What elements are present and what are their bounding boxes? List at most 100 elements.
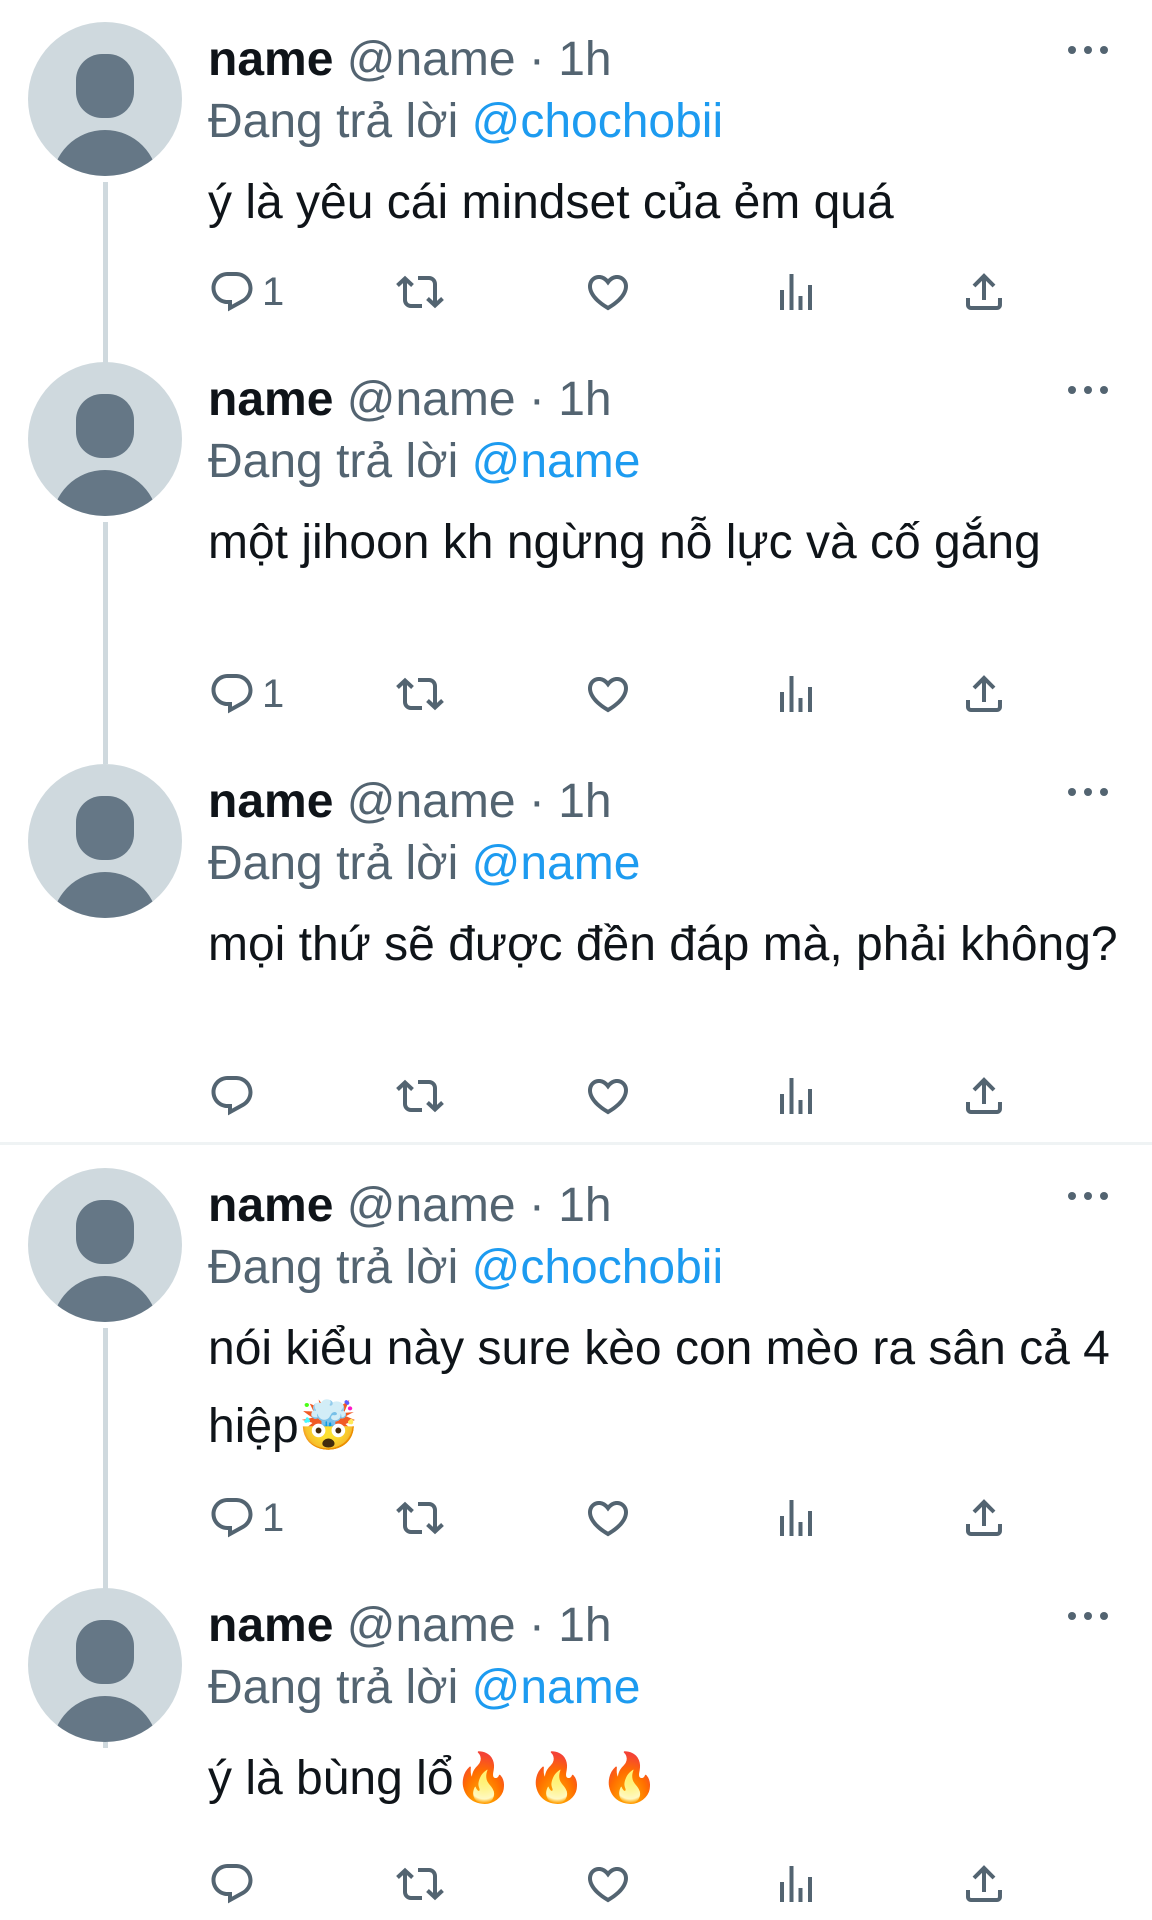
replying-prefix: Đang trả lời bbox=[208, 435, 459, 488]
timestamp[interactable]: 1h bbox=[558, 1179, 611, 1232]
tweet-text: ý là bùng lổ🔥 🔥 🔥 bbox=[208, 1752, 660, 1805]
views-icon bbox=[780, 1078, 812, 1114]
avatar[interactable] bbox=[28, 1588, 182, 1742]
display-name[interactable]: name bbox=[208, 1179, 333, 1232]
tweet-text: một jihoon kh ngừng nỗ lực và cố gắng bbox=[208, 516, 1041, 569]
like-button[interactable] bbox=[584, 664, 632, 724]
timestamp[interactable]: 1h bbox=[558, 33, 611, 86]
views-icon bbox=[780, 1500, 812, 1536]
tweet-header: name @name · 1h bbox=[208, 1598, 612, 1654]
share-button[interactable] bbox=[960, 664, 1008, 724]
retweet-icon bbox=[396, 1867, 444, 1901]
views-button[interactable] bbox=[772, 1066, 820, 1126]
user-handle[interactable]: @name bbox=[347, 1179, 516, 1232]
like-button[interactable] bbox=[584, 1066, 632, 1126]
like-button[interactable] bbox=[584, 1488, 632, 1548]
separator-dot: · bbox=[528, 373, 545, 426]
reply-button[interactable] bbox=[208, 1854, 262, 1914]
reply-icon bbox=[211, 1076, 253, 1116]
reply-button[interactable]: 1 bbox=[208, 262, 284, 322]
views-icon bbox=[780, 676, 812, 712]
display-name[interactable]: name bbox=[208, 373, 333, 426]
replying-to: Đang trả lời @name bbox=[208, 836, 640, 892]
reply-icon bbox=[211, 272, 253, 312]
tweet-text: nói kiểu này sure kèo con mèo ra sân cả … bbox=[208, 1322, 1110, 1453]
reply-count: 1 bbox=[262, 671, 285, 716]
action-bar: 1 bbox=[208, 262, 1028, 322]
avatar[interactable] bbox=[28, 764, 182, 918]
mention-link[interactable]: @name bbox=[472, 435, 641, 488]
retweet-button[interactable] bbox=[396, 262, 444, 322]
share-icon bbox=[966, 1077, 1002, 1114]
avatar[interactable] bbox=[28, 22, 182, 176]
heart-icon bbox=[587, 677, 629, 713]
retweet-icon bbox=[396, 677, 444, 711]
reply-icon bbox=[211, 674, 253, 714]
action-bar: 1 bbox=[208, 1488, 1028, 1548]
more-icon[interactable] bbox=[1068, 1188, 1108, 1204]
more-icon[interactable] bbox=[1068, 42, 1108, 58]
display-name[interactable]: name bbox=[208, 775, 333, 828]
thread-line bbox=[103, 522, 108, 764]
share-button[interactable] bbox=[960, 1066, 1008, 1126]
like-button[interactable] bbox=[584, 262, 632, 322]
separator-dot: · bbox=[528, 1599, 545, 1652]
tweet-text: mọi thứ sẽ được đền đáp mà, phải không? bbox=[208, 918, 1118, 971]
heart-icon bbox=[587, 1501, 629, 1537]
mention-link[interactable]: @chochobii bbox=[472, 1241, 724, 1294]
avatar[interactable] bbox=[28, 362, 182, 516]
views-icon bbox=[780, 1866, 812, 1902]
views-button[interactable] bbox=[772, 1488, 820, 1548]
heart-icon bbox=[587, 275, 629, 311]
separator-dot: · bbox=[528, 775, 545, 828]
mention-link[interactable]: @name bbox=[472, 1661, 641, 1714]
reply-count: 1 bbox=[262, 1495, 285, 1540]
retweet-button[interactable] bbox=[396, 1488, 444, 1548]
reply-thread: name @name · 1h Đang trả lời @chochobii … bbox=[0, 0, 1152, 1920]
retweet-button[interactable] bbox=[396, 664, 444, 724]
timestamp[interactable]: 1h bbox=[558, 1599, 611, 1652]
reply-icon bbox=[211, 1864, 253, 1904]
retweet-icon bbox=[396, 1079, 444, 1113]
share-button[interactable] bbox=[960, 1488, 1008, 1548]
heart-icon bbox=[587, 1867, 629, 1903]
share-icon bbox=[966, 1865, 1002, 1902]
user-handle[interactable]: @name bbox=[347, 373, 516, 426]
tweet-header: name @name · 1h bbox=[208, 1178, 612, 1234]
heart-icon bbox=[587, 1079, 629, 1115]
timestamp[interactable]: 1h bbox=[558, 373, 611, 426]
views-button[interactable] bbox=[772, 664, 820, 724]
share-button[interactable] bbox=[960, 1854, 1008, 1914]
reply-button[interactable] bbox=[208, 1066, 262, 1126]
retweet-button[interactable] bbox=[396, 1066, 444, 1126]
retweet-button[interactable] bbox=[396, 1854, 444, 1914]
reply-button[interactable]: 1 bbox=[208, 664, 284, 724]
separator-dot: · bbox=[528, 33, 545, 86]
user-handle[interactable]: @name bbox=[347, 775, 516, 828]
action-bar bbox=[208, 1854, 1028, 1914]
like-button[interactable] bbox=[584, 1854, 632, 1914]
timestamp[interactable]: 1h bbox=[558, 775, 611, 828]
more-icon[interactable] bbox=[1068, 382, 1108, 398]
replying-prefix: Đang trả lời bbox=[208, 1241, 459, 1294]
user-handle[interactable]: @name bbox=[347, 1599, 516, 1652]
share-icon bbox=[966, 273, 1002, 310]
tweet-header: name @name · 1h bbox=[208, 774, 612, 830]
tweet-header: name @name · 1h bbox=[208, 372, 612, 428]
thread-divider bbox=[0, 1142, 1152, 1145]
views-button[interactable] bbox=[772, 1854, 820, 1914]
mention-link[interactable]: @name bbox=[472, 837, 641, 890]
views-button[interactable] bbox=[772, 262, 820, 322]
reply-count: 1 bbox=[262, 269, 285, 314]
display-name[interactable]: name bbox=[208, 33, 333, 86]
user-handle[interactable]: @name bbox=[347, 33, 516, 86]
avatar[interactable] bbox=[28, 1168, 182, 1322]
action-bar: 1 bbox=[208, 664, 1028, 724]
display-name[interactable]: name bbox=[208, 1599, 333, 1652]
share-button[interactable] bbox=[960, 262, 1008, 322]
reply-button[interactable]: 1 bbox=[208, 1488, 284, 1548]
more-icon[interactable] bbox=[1068, 784, 1108, 800]
mention-link[interactable]: @chochobii bbox=[472, 95, 724, 148]
more-icon[interactable] bbox=[1068, 1608, 1108, 1624]
tweet-header: name @name · 1h bbox=[208, 32, 612, 88]
